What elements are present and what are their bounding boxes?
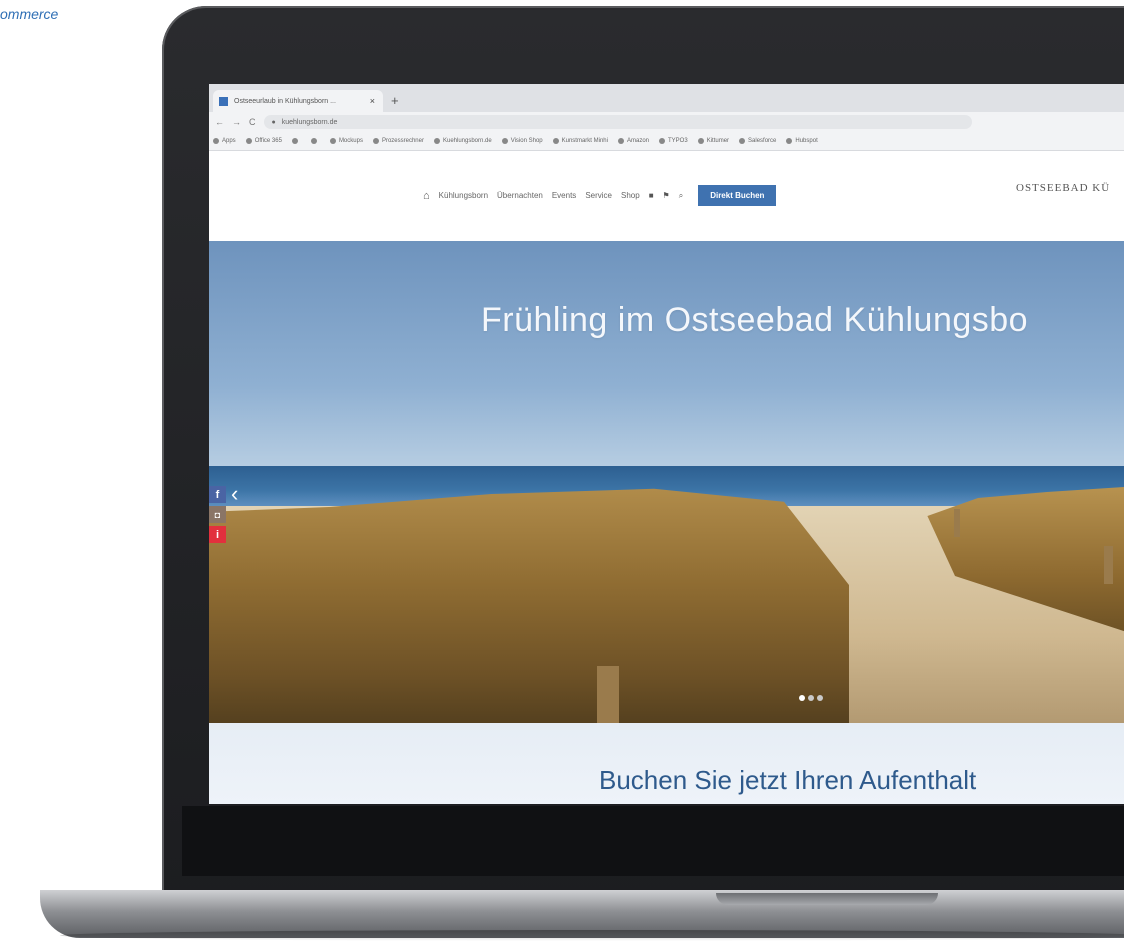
flag-icon[interactable]: ⚑	[663, 191, 670, 200]
slider-dot[interactable]	[817, 695, 823, 701]
bookmark-label: Amazon	[626, 138, 649, 144]
site-header: ⌂ Kühlungsborn Übernachten Events Servic…	[209, 151, 1124, 241]
video-icon[interactable]: ■	[649, 191, 654, 200]
slider-prev-icon[interactable]: ‹	[231, 481, 238, 507]
nav-item-uebernachten[interactable]: Übernachten	[497, 191, 543, 200]
slider-dots	[799, 695, 823, 701]
fence-post	[954, 509, 960, 537]
bookmark-icon	[659, 138, 665, 144]
search-icon[interactable]: ⌕	[679, 191, 683, 201]
hero-title: Frühling im Ostseebad Kühlungsbo	[481, 301, 1029, 339]
bookmark-item[interactable]: Vision Shop	[501, 138, 543, 144]
bookmark-item[interactable]	[291, 138, 301, 144]
laptop-notch	[716, 893, 938, 905]
bookmark-label: Salesforce	[748, 138, 777, 144]
bookmark-label: Office 365	[254, 138, 282, 144]
bookmark-item[interactable]: Office 365	[245, 138, 282, 144]
bookmark-item[interactable]: Apps	[213, 138, 236, 144]
address-bar: ← → C ● kuehlungsborn.de	[209, 112, 1124, 132]
bookmarks-bar: Apps Office 365 Mockups Prozessrechner Kuehl…	[209, 132, 1124, 151]
bookmark-item[interactable]: Mockups	[329, 138, 363, 144]
favicon-icon	[219, 96, 228, 106]
bookmark-icon	[617, 138, 624, 144]
nav-item-events[interactable]: Events	[552, 191, 576, 200]
bookmark-item[interactable]: Prozessrechner	[372, 138, 424, 144]
bookmark-label: Kuehlungsborn.de	[442, 138, 492, 144]
bookmark-icon	[291, 138, 298, 144]
browser-tabstrip: Ostseeurlaub in Kühlungsborn ... × +	[209, 84, 1124, 112]
lock-icon: ●	[271, 118, 276, 126]
slider-dot[interactable]	[808, 695, 814, 701]
bookmark-item[interactable]: Kittumer	[697, 138, 730, 144]
bookmark-item[interactable]: Hubspot	[786, 138, 818, 144]
social-sidebar: f ◘ i	[209, 486, 226, 543]
url-text: kuehlungsborn.de	[281, 118, 338, 126]
bookmark-icon	[786, 138, 793, 144]
reload-icon[interactable]: C	[249, 117, 256, 127]
bookmark-icon	[245, 138, 252, 144]
bookmark-icon	[501, 138, 508, 144]
bookmark-item[interactable]	[310, 138, 320, 144]
tab-title: Ostseeurlaub in Kühlungsborn ...	[234, 97, 336, 105]
bookmark-item[interactable]: Kuehlungsborn.de	[433, 138, 492, 144]
slider-dot[interactable]	[799, 695, 805, 701]
nav-item-kuehlungsborn[interactable]: Kühlungsborn	[439, 191, 488, 200]
bookmark-icon	[552, 138, 559, 144]
bookmark-label: TYPO3	[668, 138, 688, 144]
laptop-screen: Ostseeurlaub in Kühlungsborn ... × + ← →…	[209, 84, 1124, 804]
bookmark-icon	[329, 138, 336, 144]
back-icon[interactable]: ←	[215, 117, 224, 127]
bookmark-label: Kunstmarkt Minhi	[561, 138, 608, 144]
bookmark-icon	[310, 138, 317, 144]
url-input[interactable]: ● kuehlungsborn.de	[263, 115, 972, 129]
bookmark-item[interactable]: Kunstmarkt Minhi	[552, 138, 608, 144]
forward-icon[interactable]: →	[232, 117, 241, 127]
direkt-buchen-button[interactable]: Direkt Buchen	[698, 185, 777, 206]
facebook-icon[interactable]: f	[209, 486, 226, 503]
bookmark-item[interactable]: TYPO3	[659, 138, 688, 144]
bookmark-label: Apps	[222, 138, 236, 144]
bookmark-label: Mockups	[338, 138, 363, 144]
instagram-icon[interactable]: ◘	[209, 506, 226, 523]
bookmark-item[interactable]: Amazon	[617, 138, 649, 144]
new-tab-button[interactable]: +	[391, 93, 399, 108]
bookmark-icon	[739, 138, 746, 144]
laptop-shadow	[60, 930, 1124, 941]
tab-close-icon[interactable]: ×	[370, 96, 375, 106]
bookmark-item[interactable]: Salesforce	[739, 138, 776, 144]
browser-tab[interactable]: Ostseeurlaub in Kühlungsborn ... ×	[213, 90, 383, 112]
site-brand[interactable]: OSTSEEBAD KÜ	[1016, 182, 1110, 194]
bookmark-icon	[433, 138, 440, 144]
booking-section: Buchen Sie jetzt Ihren Aufenthalt	[209, 723, 1124, 804]
main-nav: ⌂ Kühlungsborn Übernachten Events Servic…	[423, 185, 777, 206]
fence-post	[597, 666, 619, 723]
info-icon[interactable]: i	[209, 526, 226, 543]
bookmark-icon	[372, 138, 379, 144]
hero-dune-left	[209, 488, 849, 723]
nav-item-shop[interactable]: Shop	[621, 191, 640, 200]
bookmark-label: Kittumer	[706, 138, 730, 144]
bookmark-label: Vision Shop	[510, 138, 543, 144]
corner-caption: ommerce	[0, 6, 59, 22]
fence-post	[1104, 546, 1113, 584]
home-icon[interactable]: ⌂	[423, 190, 430, 202]
bookmark-label: Prozessrechner	[381, 138, 424, 144]
bookmark-label: Hubspot	[795, 138, 818, 144]
booking-title: Buchen Sie jetzt Ihren Aufenthalt	[599, 765, 977, 795]
bookmark-icon	[213, 138, 219, 144]
hero-slider: Frühling im Ostseebad Kühlungsbo ‹ f ◘ i	[209, 241, 1124, 723]
bookmark-icon	[697, 138, 704, 144]
nav-item-service[interactable]: Service	[585, 191, 612, 200]
laptop-bezel	[182, 806, 1124, 876]
